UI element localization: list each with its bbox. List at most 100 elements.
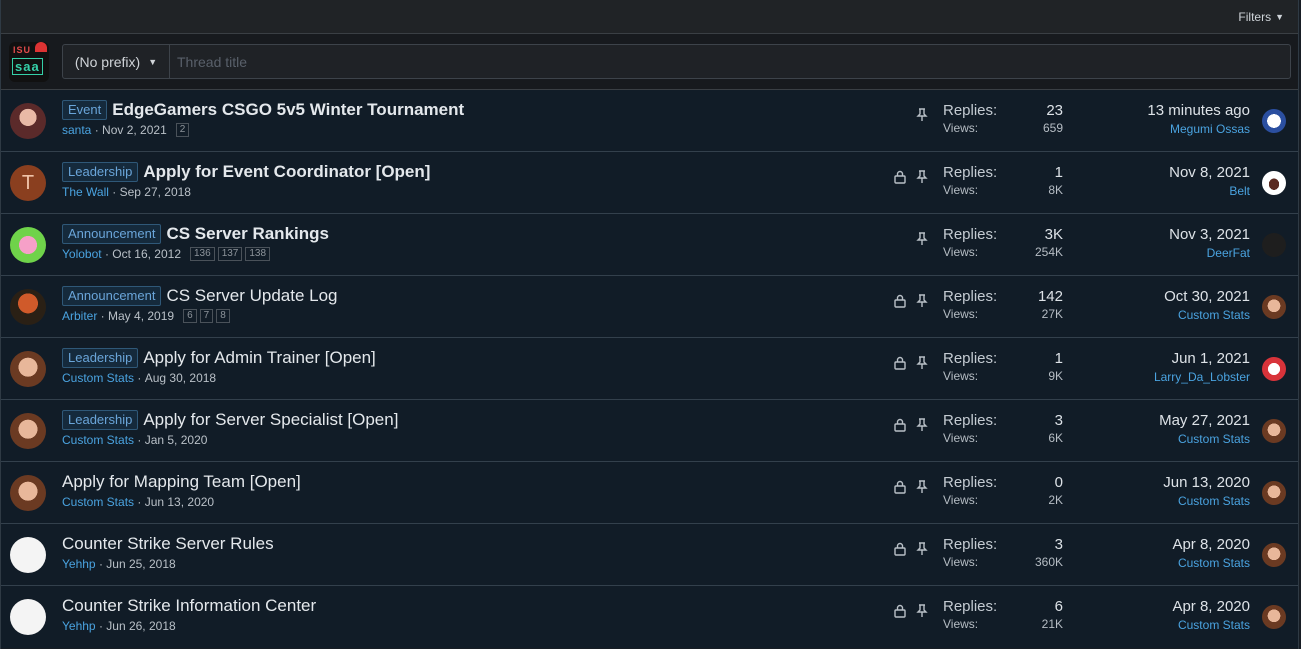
thread-start-date[interactable]: Jun 13, 2020 — [145, 495, 214, 509]
thread-start-date[interactable]: Nov 2, 2021 — [102, 123, 167, 137]
meta-separator: · — [95, 557, 107, 571]
author-avatar[interactable] — [10, 413, 46, 449]
thread-start-date[interactable]: Jan 5, 2020 — [145, 433, 208, 447]
page-link[interactable]: 138 — [245, 247, 271, 261]
thread-meta: Yolobot · Oct 16, 2012 136 137 138 — [62, 247, 898, 261]
last-poster-avatar[interactable] — [1262, 109, 1286, 133]
thread-author-link[interactable]: Yehhp — [62, 619, 96, 633]
thread-author-link[interactable]: Yehhp — [62, 557, 96, 571]
replies-label: Replies: — [943, 226, 998, 243]
thread-main: Event EdgeGamers CSGO 5v5 Winter Tourname… — [62, 100, 898, 137]
meta-separator: · — [95, 619, 107, 633]
last-poster-avatar[interactable] — [1262, 419, 1286, 443]
last-poster-link[interactable]: Custom Stats — [1164, 308, 1250, 322]
last-poster-link[interactable]: Megumi Ossas — [1147, 122, 1250, 136]
thread-start-date[interactable]: Oct 16, 2012 — [112, 247, 181, 261]
thread-author-link[interactable]: Arbiter — [62, 309, 97, 323]
pin-icon — [915, 604, 929, 623]
pin-icon — [915, 108, 929, 127]
last-poster-link[interactable]: Larry_Da_Lobster — [1154, 370, 1250, 384]
last-post-date[interactable]: Apr 8, 2020 — [1172, 598, 1250, 615]
thread-title-link[interactable]: CS Server Rankings — [166, 224, 329, 244]
thread-author-link[interactable]: Custom Stats — [62, 495, 134, 509]
page-link[interactable]: 7 — [199, 309, 214, 323]
last-post-date[interactable]: Jun 1, 2021 — [1154, 350, 1250, 367]
thread-start-date[interactable]: Jun 25, 2018 — [106, 557, 175, 571]
thread-prefix-label[interactable]: Leadership — [62, 348, 139, 368]
thread-row[interactable]: Leadership Apply for Admin Trainer [Open]… — [1, 338, 1298, 400]
thread-row[interactable]: Event EdgeGamers CSGO 5v5 Winter Tourname… — [1, 90, 1298, 152]
thread-title-link[interactable]: Counter Strike Server Rules — [62, 534, 274, 554]
last-poster-avatar[interactable] — [1262, 357, 1286, 381]
thread-title-input[interactable] — [170, 45, 1290, 78]
thread-author-link[interactable]: santa — [62, 123, 91, 137]
thread-title-link[interactable]: Apply for Mapping Team [Open] — [62, 472, 301, 492]
thread-start-date[interactable]: Sep 27, 2018 — [120, 185, 191, 199]
last-post-date[interactable]: Apr 8, 2020 — [1172, 536, 1250, 553]
author-avatar[interactable] — [10, 599, 46, 635]
thread-row[interactable]: Announcement CS Server Update Log Arbiter … — [1, 276, 1298, 338]
page-link[interactable]: 2 — [175, 123, 190, 137]
last-poster-avatar[interactable] — [1262, 481, 1286, 505]
last-poster-link[interactable]: Custom Stats — [1172, 618, 1250, 632]
author-avatar[interactable] — [10, 475, 46, 511]
thread-title-link[interactable]: Apply for Admin Trainer [Open] — [143, 348, 375, 368]
thread-author-link[interactable]: Custom Stats — [62, 371, 134, 385]
thread-row[interactable]: Counter Strike Information Center Yehhp ·… — [1, 586, 1298, 648]
last-post-date[interactable]: 13 minutes ago — [1147, 102, 1250, 119]
author-avatar[interactable] — [10, 537, 46, 573]
author-avatar[interactable]: T — [10, 165, 46, 201]
thread-author-link[interactable]: Yolobot — [62, 247, 102, 261]
last-post-date[interactable]: Jun 13, 2020 — [1163, 474, 1250, 491]
replies-label: Replies: — [943, 598, 998, 615]
thread-row[interactable]: Leadership Apply for Server Specialist [O… — [1, 400, 1298, 462]
thread-row[interactable]: Announcement CS Server Rankings Yolobot · … — [1, 214, 1298, 276]
last-poster-avatar[interactable] — [1262, 295, 1286, 319]
last-poster-avatar[interactable] — [1262, 543, 1286, 567]
page-link[interactable]: 6 — [183, 309, 197, 323]
last-post-date[interactable]: Nov 8, 2021 — [1169, 164, 1250, 181]
last-post-date[interactable]: May 27, 2021 — [1159, 412, 1250, 429]
prefix-select[interactable]: (No prefix) ▼ — [63, 45, 170, 78]
thread-prefix-label[interactable]: Leadership — [62, 410, 139, 430]
user-avatar[interactable]: ISU saa — [9, 41, 49, 82]
page-link[interactable]: 8 — [216, 309, 230, 323]
thread-title-link[interactable]: EdgeGamers CSGO 5v5 Winter Tournament — [112, 100, 464, 120]
last-poster-link[interactable]: Custom Stats — [1159, 432, 1250, 446]
last-post-date[interactable]: Oct 30, 2021 — [1164, 288, 1250, 305]
thread-prefix-label[interactable]: Leadership — [62, 162, 139, 182]
author-avatar[interactable] — [10, 227, 46, 263]
thread-row[interactable]: T Leadership Apply for Event Coordinator [… — [1, 152, 1298, 214]
last-poster-link[interactable]: Belt — [1169, 184, 1250, 198]
thread-author-link[interactable]: Custom Stats — [62, 433, 134, 447]
thread-title-link[interactable]: CS Server Update Log — [166, 286, 337, 306]
last-poster-avatar[interactable] — [1262, 233, 1286, 257]
thread-title-link[interactable]: Apply for Event Coordinator [Open] — [143, 162, 430, 182]
last-poster-avatar[interactable] — [1262, 605, 1286, 629]
thread-title-link[interactable]: Apply for Server Specialist [Open] — [143, 410, 398, 430]
last-poster-link[interactable]: DeerFat — [1169, 246, 1250, 260]
thread-title-link[interactable]: Counter Strike Information Center — [62, 596, 316, 616]
thread-prefix-label[interactable]: Announcement — [62, 224, 162, 244]
last-poster-link[interactable]: Custom Stats — [1172, 556, 1250, 570]
author-avatar[interactable] — [10, 351, 46, 387]
thread-row[interactable]: Counter Strike Server Rules Yehhp · Jun 2… — [1, 524, 1298, 586]
thread-start-date[interactable]: May 4, 2019 — [108, 309, 174, 323]
pin-icon — [915, 232, 929, 251]
page-link[interactable]: 136 — [190, 247, 215, 261]
thread-prefix-label[interactable]: Event — [62, 100, 108, 120]
author-avatar[interactable] — [10, 103, 46, 139]
last-post-date[interactable]: Nov 3, 2021 — [1169, 226, 1250, 243]
thread-start-date[interactable]: Aug 30, 2018 — [145, 371, 216, 385]
thread-author-link[interactable]: The Wall — [62, 185, 109, 199]
page-link[interactable]: 137 — [217, 247, 243, 261]
thread-prefix-label[interactable]: Announcement — [62, 286, 162, 306]
last-poster-link[interactable]: Custom Stats — [1163, 494, 1250, 508]
thread-start-date[interactable]: Jun 26, 2018 — [106, 619, 175, 633]
views-label: Views: — [943, 183, 979, 197]
thread-meta: Custom Stats · Aug 30, 2018 — [62, 371, 898, 385]
author-avatar[interactable] — [10, 289, 46, 325]
last-poster-avatar[interactable] — [1262, 171, 1286, 195]
filters-button[interactable]: Filters ▼ — [1238, 10, 1284, 24]
thread-row[interactable]: Apply for Mapping Team [Open] Custom Stat… — [1, 462, 1298, 524]
